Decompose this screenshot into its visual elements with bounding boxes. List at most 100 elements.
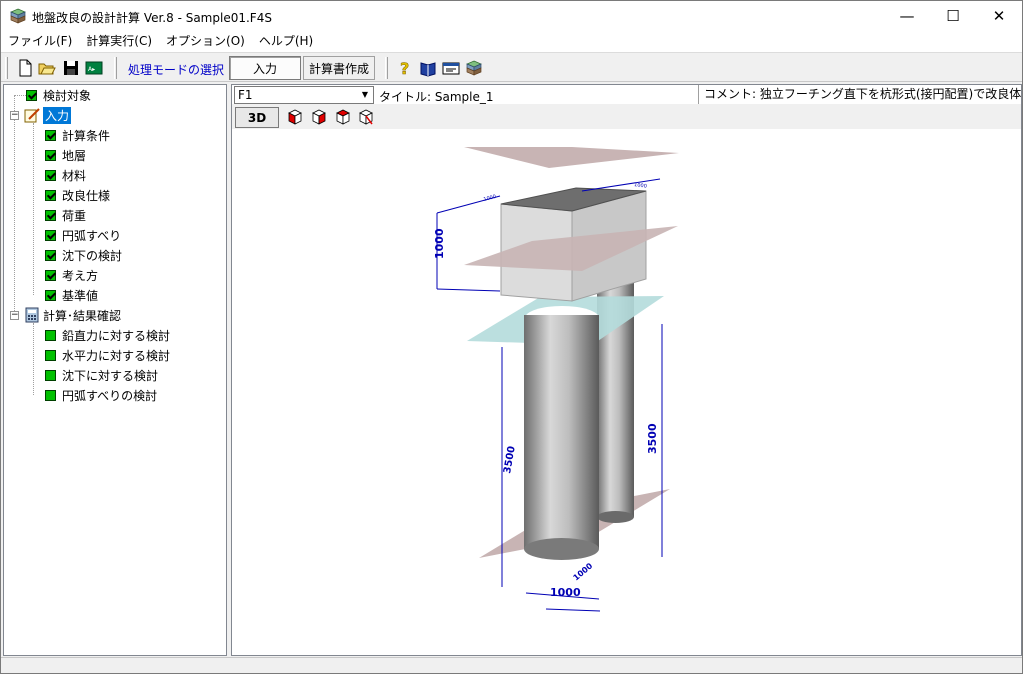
- tree-item-loads[interactable]: 荷重: [45, 205, 86, 225]
- top-plate: [464, 147, 679, 168]
- tree-item-improvement-spec[interactable]: 改良仕様: [45, 185, 110, 205]
- checkbox-icon: [26, 89, 37, 101]
- main-view: F1 ▼ タイトル: Sample_1 コメント: 独立フーチング直下を杭形式(…: [231, 84, 1022, 656]
- close-button[interactable]: ✕: [976, 1, 1022, 31]
- tree-item-strata[interactable]: 地層: [45, 145, 86, 165]
- menu-help[interactable]: ヘルプ(H): [252, 31, 320, 52]
- tree-item-label: 水平力に対する検討: [62, 348, 171, 363]
- toolbar-grip: [385, 57, 388, 79]
- calculator-icon: [25, 307, 39, 323]
- tree-item-slip-check[interactable]: 円弧すべりの検討: [45, 385, 157, 405]
- menu-calc-run[interactable]: 計算実行(C): [79, 31, 159, 52]
- tree-item-label: 荷重: [62, 208, 87, 223]
- tree-item-label: 円弧すべりの検討: [62, 388, 158, 403]
- checkbox-icon: [45, 149, 56, 161]
- svg-text:?: ?: [400, 59, 409, 77]
- tree-item-horizontal-check[interactable]: 水平力に対する検討: [45, 345, 170, 365]
- dim-pile-length-left: 3500: [502, 445, 518, 474]
- front-pile-base: [524, 538, 599, 560]
- tree-item-label: 検討対象: [43, 88, 92, 103]
- checkbox-icon: [45, 329, 56, 341]
- input-mode-button[interactable]: 入力: [229, 56, 301, 80]
- checkbox-icon: [45, 349, 56, 361]
- tree-connector: [33, 323, 34, 395]
- tree-item-calc-conditions[interactable]: 計算条件: [45, 125, 110, 145]
- help-icon[interactable]: ?: [396, 59, 414, 77]
- dim-pile-length-right: 3500: [646, 423, 659, 454]
- checkbox-icon: [45, 249, 56, 261]
- menu-bar: ファイル(F) 計算実行(C) オプション(O) ヘルプ(H): [1, 31, 1022, 52]
- open-folder-icon[interactable]: [38, 59, 56, 77]
- navigation-tree: 検討対象 − 入力 計算条件 地層 材料 改良仕様 荷重 円弧すべり 沈下の検討…: [3, 84, 227, 656]
- model-3d-view[interactable]: 1000 3500 3500 1000 1000 1000 1000: [232, 129, 1022, 655]
- checkbox-icon: [45, 209, 56, 221]
- view-3d-button[interactable]: 3D: [235, 107, 279, 128]
- pencil-note-icon: [24, 108, 40, 123]
- window-title: 地盤改良の設計計算 Ver.8 - Sample01.F4S: [32, 11, 272, 25]
- menu-options[interactable]: オプション(O): [159, 31, 252, 52]
- tree-item-label: 計算･結果確認: [43, 308, 122, 323]
- cube-top-icon[interactable]: [334, 108, 352, 126]
- tree-item-standards[interactable]: 基準値: [45, 285, 98, 305]
- checkbox-icon: [45, 129, 56, 141]
- status-bar: [1, 657, 1022, 673]
- case-select[interactable]: F1 ▼: [234, 86, 374, 104]
- checkbox-icon: [45, 269, 56, 281]
- book-icon[interactable]: [419, 59, 437, 77]
- collapse-icon[interactable]: −: [10, 311, 19, 320]
- title-bar: 地盤改良の設計計算 Ver.8 - Sample01.F4S — ☐ ✕: [1, 1, 1022, 31]
- checkbox-icon: [45, 169, 56, 181]
- toolbar: A▸ 処理モードの選択 入力 計算書作成 ?: [1, 52, 1022, 82]
- tree-item-settlement-check[interactable]: 沈下に対する検討: [45, 365, 158, 385]
- dim-pile-dia: 1000: [572, 561, 595, 582]
- cube-side-icon[interactable]: [310, 108, 328, 126]
- tree-item-label: 沈下に対する検討: [62, 368, 159, 383]
- tree-item-label: 基準値: [62, 288, 99, 303]
- tree-connector: [14, 95, 26, 96]
- maximize-button[interactable]: ☐: [930, 1, 976, 31]
- mode-label: 処理モードの選択: [128, 63, 225, 77]
- dim-pile-spacing: 1000: [550, 586, 581, 599]
- checkbox-icon: [45, 289, 56, 301]
- view-toolbar: 3D: [232, 104, 1021, 129]
- layers-icon[interactable]: [465, 59, 483, 77]
- new-file-icon[interactable]: [16, 59, 34, 77]
- tree-item-label: 鉛直力に対する検討: [62, 328, 171, 343]
- cube-iso-icon[interactable]: [357, 108, 375, 126]
- dim-top-right: 1000: [634, 182, 647, 190]
- chevron-down-icon[interactable]: ▼: [357, 87, 373, 103]
- tree-connector: [14, 95, 15, 315]
- tree-item-root[interactable]: 検討対象: [26, 85, 91, 105]
- collapse-icon[interactable]: −: [10, 111, 19, 120]
- comment-label: コメント: 独立フーチング直下を杭形式(接円配置)で改良体を設: [698, 85, 1021, 104]
- toolbar-grip: [114, 57, 117, 79]
- dim-footing-height: 1000: [433, 228, 446, 259]
- export-icon[interactable]: A▸: [85, 59, 103, 77]
- card-icon[interactable]: [442, 59, 460, 77]
- tree-item-settlement[interactable]: 沈下の検討: [45, 245, 122, 265]
- menu-file[interactable]: ファイル(F): [1, 31, 79, 52]
- tree-item-label: 円弧すべり: [62, 228, 122, 243]
- tree-item-label: 沈下の検討: [62, 248, 123, 263]
- save-icon[interactable]: [62, 59, 80, 77]
- title-label: タイトル: Sample_1: [379, 90, 494, 104]
- tree-item-materials[interactable]: 材料: [45, 165, 86, 185]
- report-button[interactable]: 計算書作成: [303, 56, 375, 80]
- app-icon: [10, 8, 26, 24]
- tree-item-approach[interactable]: 考え方: [45, 265, 98, 285]
- minimize-button[interactable]: —: [884, 1, 930, 31]
- svg-text:A▸: A▸: [88, 66, 95, 73]
- toolbar-grip: [5, 57, 8, 79]
- tree-item-label: 計算条件: [62, 128, 111, 143]
- cube-front-icon[interactable]: [286, 108, 304, 126]
- tree-item-vertical-check[interactable]: 鉛直力に対する検討: [45, 325, 170, 345]
- back-pile-base: [597, 511, 634, 523]
- app-window: 地盤改良の設計計算 Ver.8 - Sample01.F4S — ☐ ✕ ファイ…: [0, 0, 1023, 674]
- tree-item-input[interactable]: 入力: [24, 105, 72, 125]
- tree-item-circular-slip[interactable]: 円弧すべり: [45, 225, 121, 245]
- tree-item-results[interactable]: 計算･結果確認: [24, 305, 121, 325]
- tree-item-label: 考え方: [62, 268, 99, 283]
- tree-item-label: 入力: [43, 106, 72, 124]
- checkbox-icon: [45, 189, 56, 201]
- checkbox-icon: [45, 229, 56, 241]
